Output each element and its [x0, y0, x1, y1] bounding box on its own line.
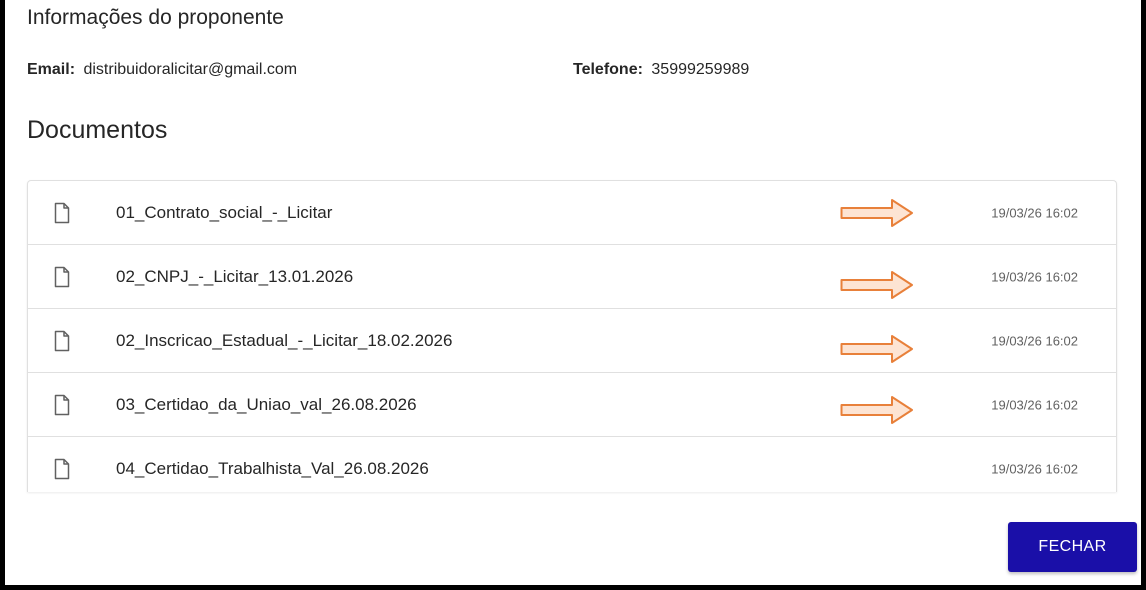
document-date: 19/03/26 16:02: [991, 461, 1078, 476]
arrow-annotation-icon: [840, 395, 913, 424]
document-row[interactable]: 01_Contrato_social_-_Licitar 19/03/26 16…: [28, 181, 1116, 245]
document-name: 02_CNPJ_-_Licitar_13.01.2026: [116, 266, 354, 286]
document-date: 19/03/26 16:02: [991, 333, 1078, 348]
document-row[interactable]: 02_Inscricao_Estadual_-_Licitar_18.02.20…: [28, 309, 1116, 373]
file-icon: [54, 330, 70, 351]
document-name: 04_Certidao_Trabalhista_Val_26.08.2026: [116, 458, 429, 478]
document-date: 19/03/26 16:02: [991, 205, 1078, 220]
proponent-section-title: Informações do proponente: [27, 6, 284, 29]
document-name: 01_Contrato_social_-_Licitar: [116, 202, 333, 222]
document-row[interactable]: 04_Certidao_Trabalhista_Val_26.08.2026 1…: [28, 437, 1116, 492]
document-date: 19/03/26 16:02: [991, 397, 1078, 412]
file-icon: [54, 202, 70, 223]
file-icon: [54, 458, 70, 479]
arrow-annotation-icon: [840, 334, 913, 363]
phone-value: 35999259989: [651, 61, 750, 78]
phone-info: Telefone: 35999259989: [573, 61, 749, 79]
document-row[interactable]: 03_Certidao_da_Uniao_val_26.08.2026 19/0…: [28, 373, 1116, 437]
document-name: 02_Inscricao_Estadual_-_Licitar_18.02.20…: [116, 330, 453, 350]
file-icon: [54, 266, 70, 287]
document-date: 19/03/26 16:02: [991, 269, 1078, 284]
document-row[interactable]: 02_CNPJ_-_Licitar_13.01.2026 19/03/26 16…: [28, 245, 1116, 309]
email-value: distribuidoralicitar@gmail.com: [83, 61, 298, 78]
email-info: Email: distribuidoralicitar@gmail.com: [27, 61, 297, 79]
dialog: Informações do proponente Email: distrib…: [0, 0, 1146, 590]
arrow-annotation-icon: [840, 198, 913, 227]
arrow-annotation-icon: [840, 270, 913, 299]
file-icon: [54, 394, 70, 415]
phone-label: Telefone:: [573, 61, 643, 78]
document-list[interactable]: 01_Contrato_social_-_Licitar 19/03/26 16…: [27, 180, 1117, 492]
email-label: Email:: [27, 61, 76, 78]
close-button[interactable]: FECHAR: [1008, 522, 1137, 572]
documents-title: Documentos: [27, 116, 168, 144]
document-name: 03_Certidao_da_Uniao_val_26.08.2026: [116, 394, 417, 414]
